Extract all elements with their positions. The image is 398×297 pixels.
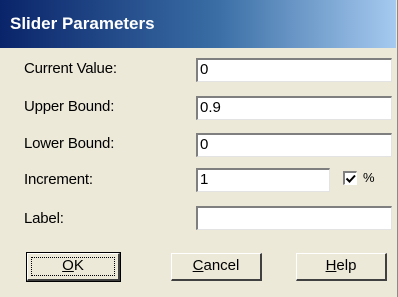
label-label: Label: (24, 210, 64, 227)
slider-parameters-dialog: Slider Parameters Current Value: 0 Upper… (0, 0, 398, 297)
checkmark-icon (345, 174, 356, 183)
percent-checkbox[interactable] (343, 171, 357, 185)
label-input[interactable] (196, 206, 392, 230)
focus-rectangle (31, 257, 115, 276)
help-label-rest: elp (336, 257, 357, 274)
ok-button[interactable]: OK (26, 252, 121, 282)
upper-bound-input[interactable]: 0.9 (196, 96, 392, 120)
lower-bound-label: Lower Bound: (24, 135, 115, 152)
increment-input[interactable]: 1 (196, 168, 330, 192)
cancel-button[interactable]: Cancel (171, 253, 262, 281)
lower-bound-input[interactable]: 0 (196, 133, 392, 157)
help-button[interactable]: Help (296, 253, 387, 281)
upper-bound-label: Upper Bound: (24, 98, 115, 115)
increment-label: Increment: (24, 171, 93, 188)
current-value-label: Current Value: (24, 60, 117, 77)
cancel-mnemonic: C (192, 257, 204, 274)
help-mnemonic: H (325, 257, 337, 274)
percent-label: % (363, 170, 375, 185)
title-bar[interactable]: Slider Parameters (0, 0, 396, 48)
current-value-input[interactable]: 0 (196, 58, 392, 82)
cancel-label-rest: ancel (203, 257, 240, 274)
